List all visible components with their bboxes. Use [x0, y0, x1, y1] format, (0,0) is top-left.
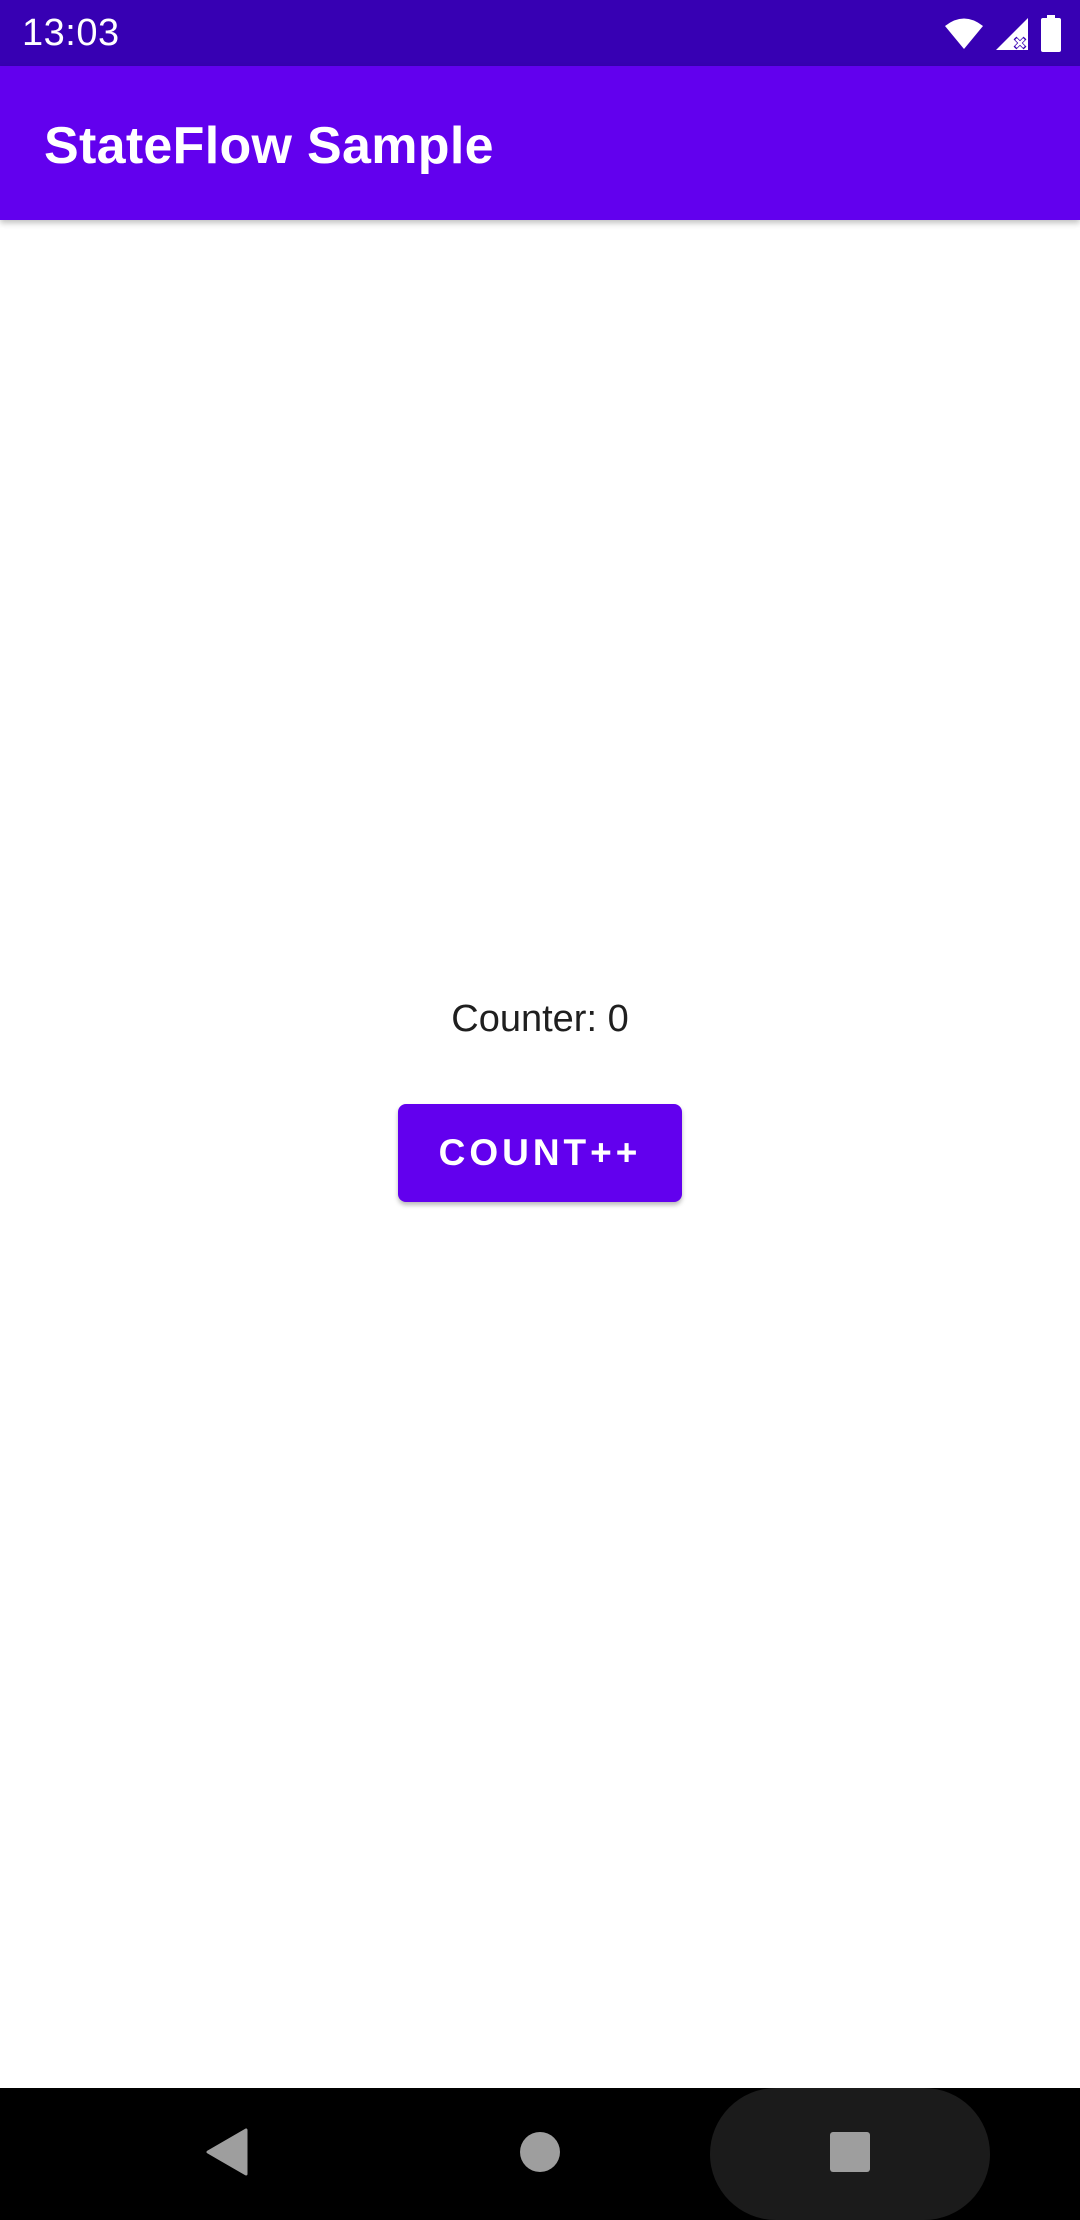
count-increment-button[interactable]: COUNT++: [398, 1104, 682, 1202]
app-bar: StateFlow Sample: [0, 66, 1080, 220]
back-button[interactable]: [166, 2088, 286, 2220]
battery-icon: [1040, 15, 1062, 53]
count-button-label: COUNT++: [438, 1132, 642, 1173]
home-icon: [519, 2131, 561, 2178]
recents-icon: [829, 2131, 871, 2178]
status-icons: [944, 12, 1062, 56]
main-content: Counter: 0 COUNT++: [0, 220, 1080, 2088]
home-button[interactable]: [480, 2088, 600, 2220]
navigation-bar: [0, 2088, 1080, 2220]
app-screen: 13:03 StateFlow Sample Counter: 0 COUNT+…: [0, 0, 1080, 2220]
signal-icon: [994, 16, 1030, 52]
app-title: StateFlow Sample: [44, 117, 494, 175]
status-time: 13:03: [22, 12, 120, 54]
counter-label: Counter: 0: [451, 998, 629, 1040]
wifi-icon: [944, 17, 984, 51]
recents-button[interactable]: [790, 2088, 910, 2220]
status-bar: 13:03: [0, 0, 1080, 66]
back-icon: [204, 2128, 248, 2181]
